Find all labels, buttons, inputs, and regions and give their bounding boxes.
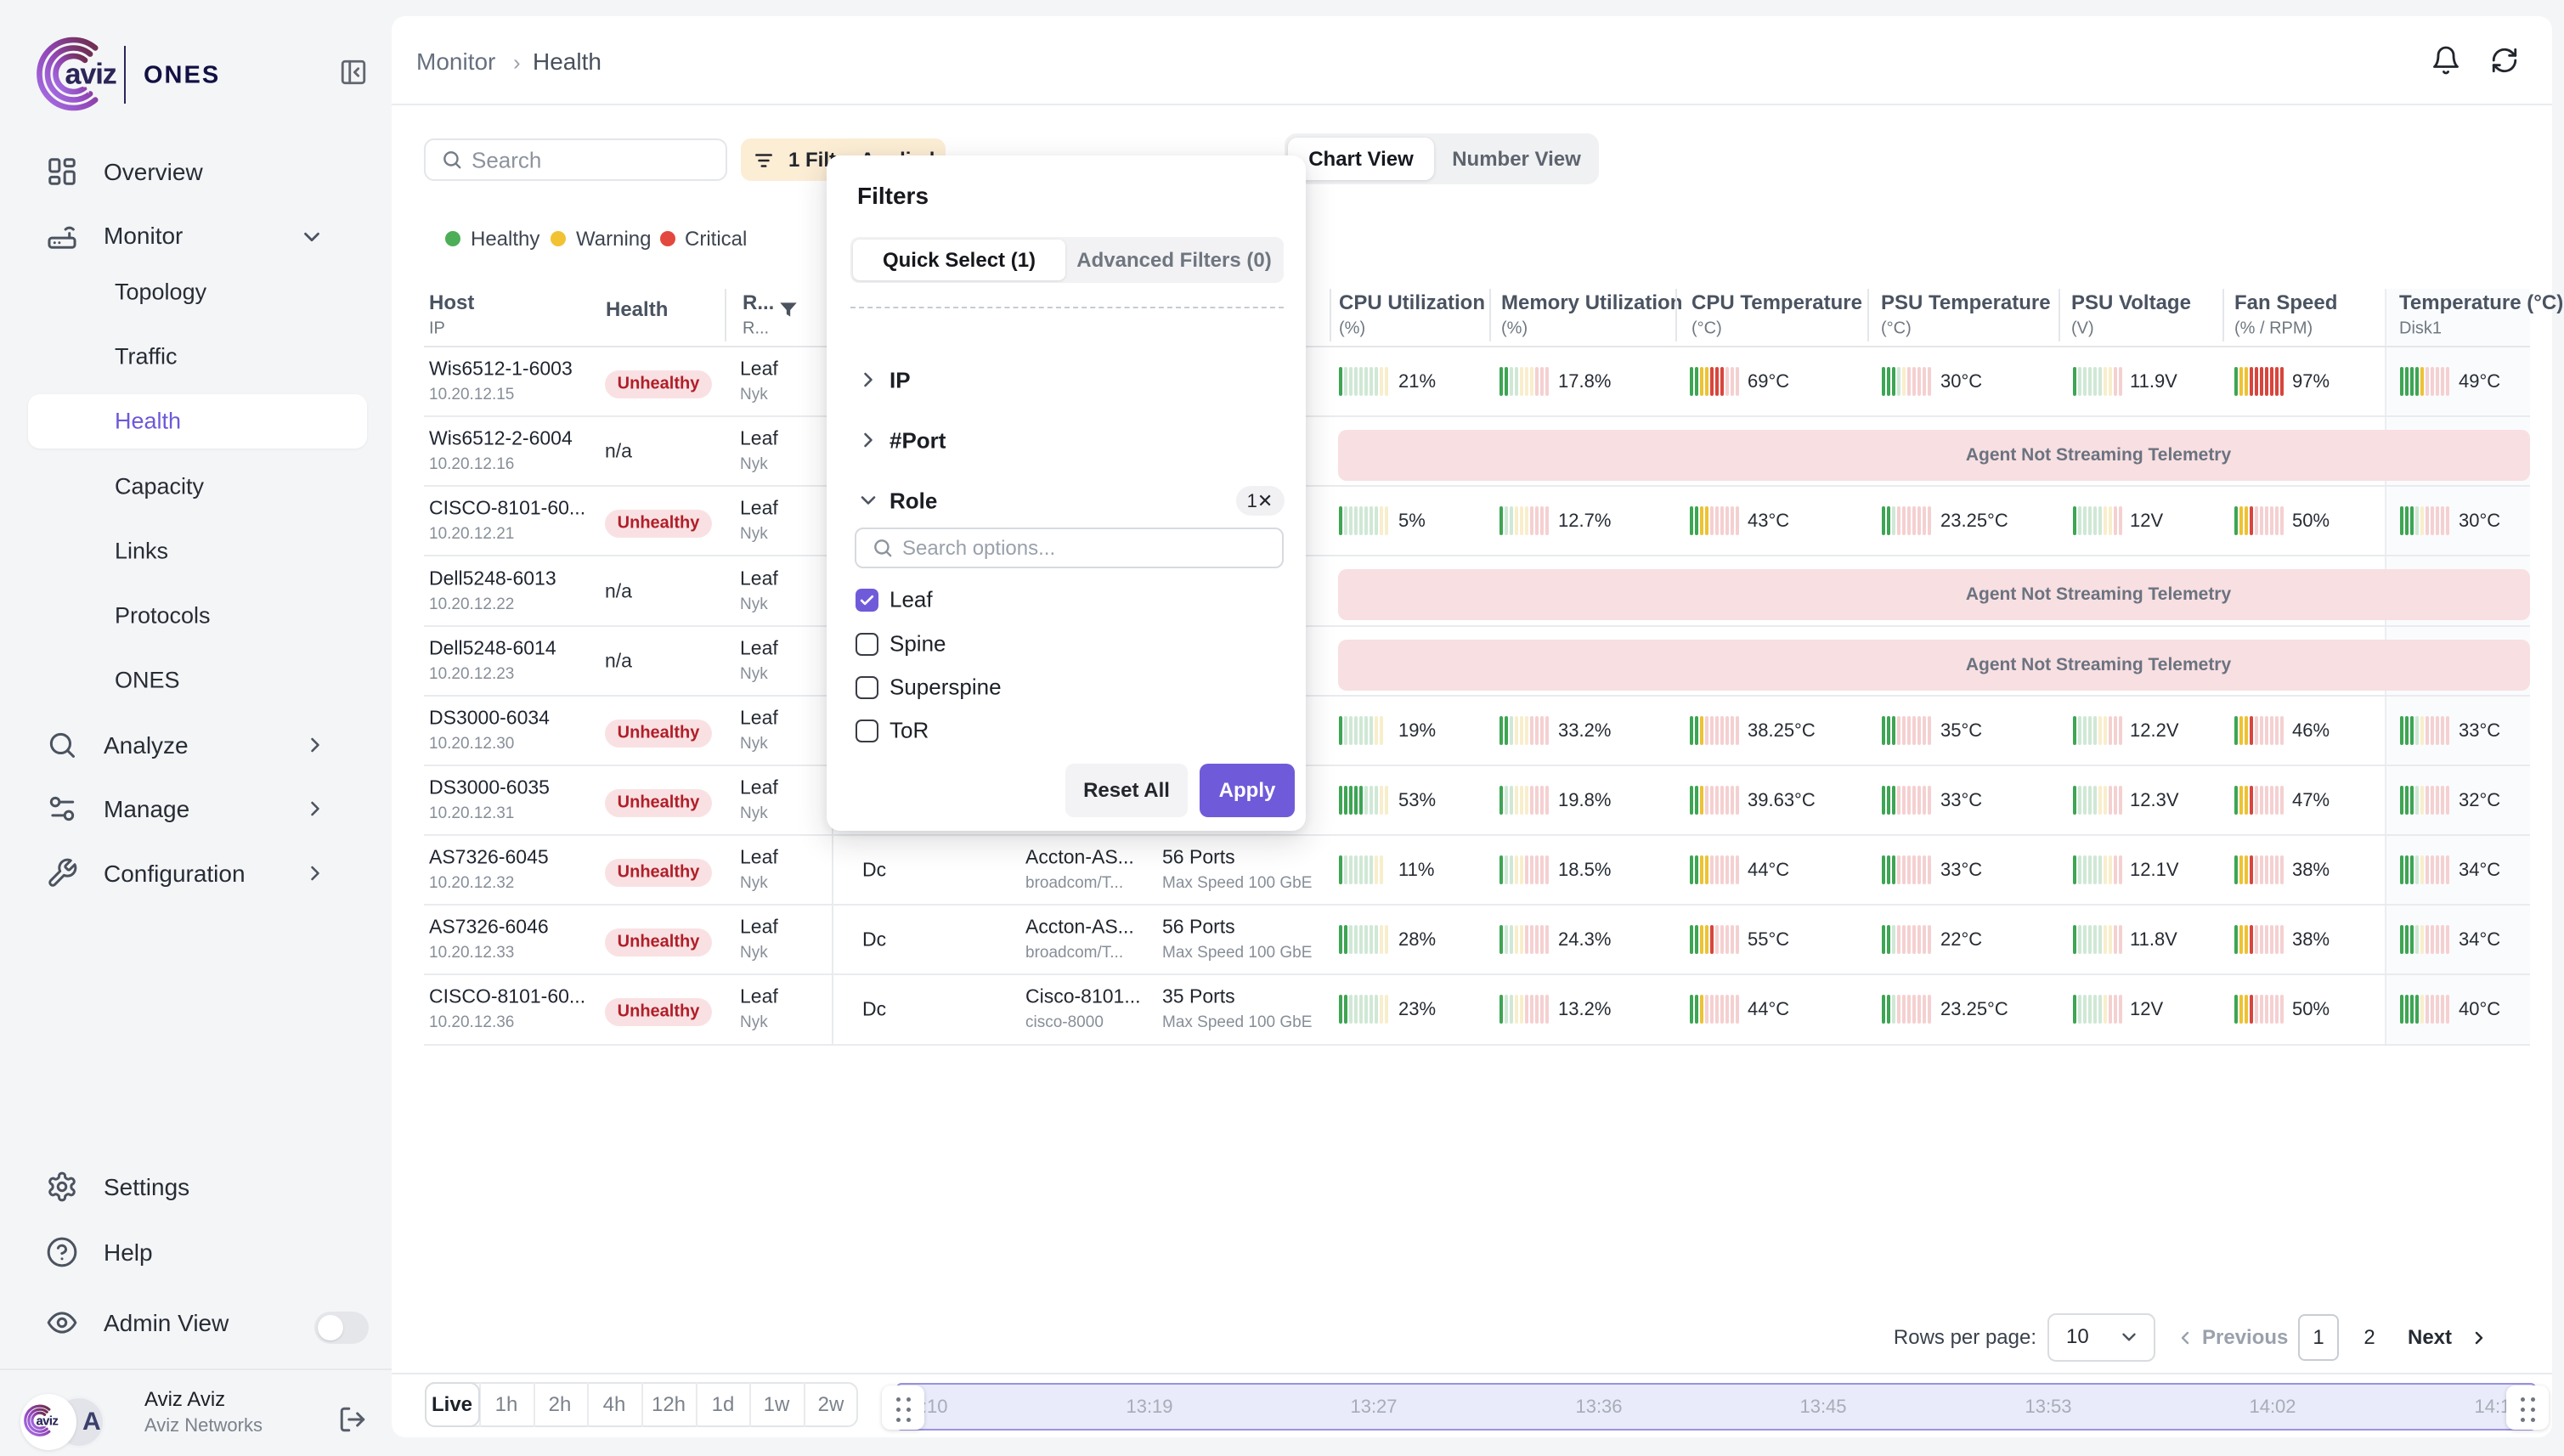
- svg-text:aviz: aviz: [37, 1414, 59, 1428]
- svg-text:aviz: aviz: [65, 59, 116, 91]
